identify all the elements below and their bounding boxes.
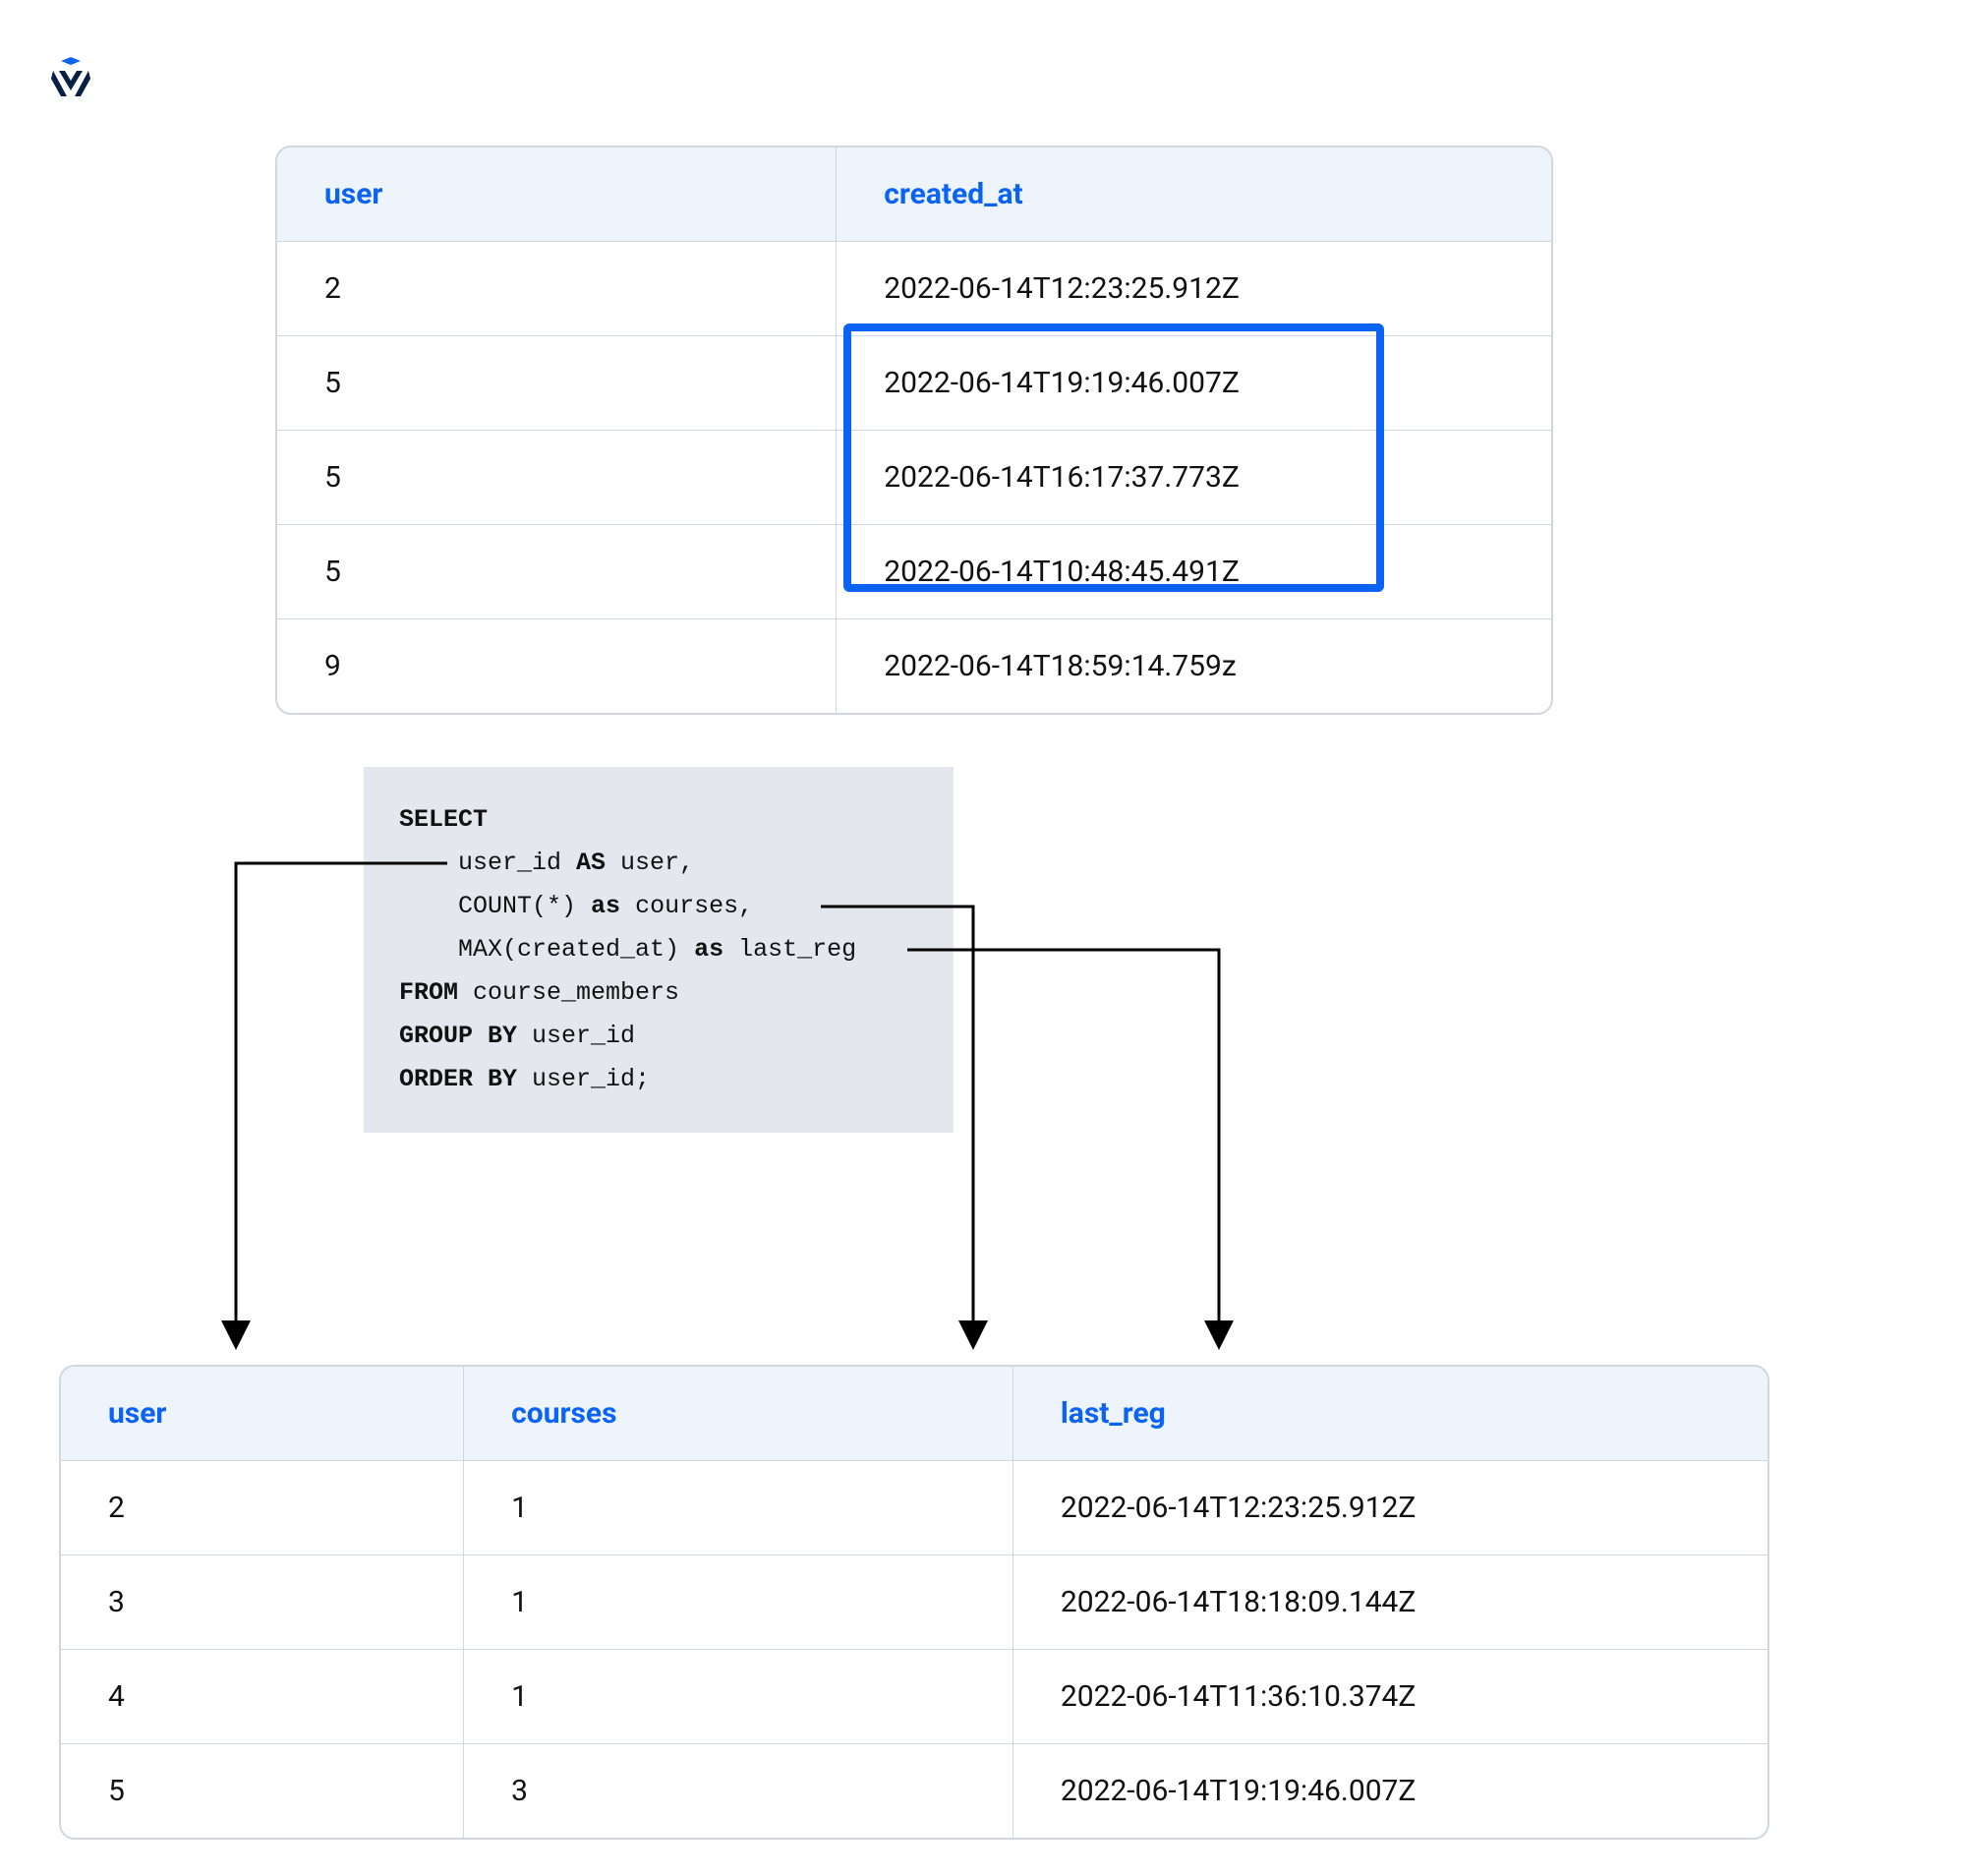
table-row: 4 1 2022-06-14T11:36:10.374Z xyxy=(61,1649,1767,1743)
table-row: 5 2022-06-14T19:19:46.007Z xyxy=(277,335,1551,430)
cell-courses: 1 xyxy=(463,1650,1012,1743)
cell-user: 3 xyxy=(61,1555,463,1649)
sql-text: user_id xyxy=(399,849,576,877)
sql-keyword: ORDER BY xyxy=(399,1065,532,1093)
cell-created-at: 2022-06-14T10:48:45.491Z xyxy=(836,525,1551,618)
sql-keyword: AS xyxy=(576,849,606,877)
logo-icon xyxy=(47,57,94,104)
table-header-row: user courses last_reg xyxy=(61,1367,1767,1460)
sql-keyword: SELECT xyxy=(399,805,488,834)
sql-text: last_reg xyxy=(723,935,856,964)
cell-user: 2 xyxy=(61,1461,463,1554)
cell-created-at: 2022-06-14T18:59:14.759z xyxy=(836,619,1551,713)
source-table: user created_at 2 2022-06-14T12:23:25.91… xyxy=(275,146,1553,715)
sql-keyword: FROM xyxy=(399,978,473,1007)
column-header-user: user xyxy=(61,1367,463,1460)
cell-courses: 1 xyxy=(463,1461,1012,1554)
sql-keyword: as xyxy=(591,892,620,920)
table-row: 5 3 2022-06-14T19:19:46.007Z xyxy=(61,1743,1767,1838)
cell-created-at: 2022-06-14T19:19:46.007Z xyxy=(836,336,1551,430)
sql-code-block: SELECT user_id AS user, COUNT(*) as cour… xyxy=(364,767,954,1133)
column-header-user: user xyxy=(277,147,836,241)
arrow-last-reg xyxy=(907,950,1219,1347)
cell-last-reg: 2022-06-14T12:23:25.912Z xyxy=(1012,1461,1767,1554)
sql-text: user_id; xyxy=(532,1065,650,1093)
column-header-courses: courses xyxy=(463,1367,1012,1460)
cell-user: 5 xyxy=(61,1744,463,1838)
result-table: user courses last_reg 2 1 2022-06-14T12:… xyxy=(59,1365,1769,1840)
table-header-row: user created_at xyxy=(277,147,1551,241)
cell-last-reg: 2022-06-14T18:18:09.144Z xyxy=(1012,1555,1767,1649)
cell-created-at: 2022-06-14T16:17:37.773Z xyxy=(836,431,1551,524)
column-header-last-reg: last_reg xyxy=(1012,1367,1767,1460)
cell-user: 2 xyxy=(277,242,836,335)
sql-keyword: GROUP BY xyxy=(399,1022,532,1050)
table-row: 9 2022-06-14T18:59:14.759z xyxy=(277,618,1551,713)
table-row: 3 1 2022-06-14T18:18:09.144Z xyxy=(61,1554,1767,1649)
sql-text: COUNT(*) xyxy=(399,892,591,920)
cell-created-at: 2022-06-14T12:23:25.912Z xyxy=(836,242,1551,335)
table-row: 5 2022-06-14T16:17:37.773Z xyxy=(277,430,1551,524)
table-row: 2 2022-06-14T12:23:25.912Z xyxy=(277,241,1551,335)
cell-courses: 1 xyxy=(463,1555,1012,1649)
cell-user: 5 xyxy=(277,336,836,430)
sql-text: MAX(created_at) xyxy=(399,935,694,964)
cell-last-reg: 2022-06-14T19:19:46.007Z xyxy=(1012,1744,1767,1838)
sql-text: user, xyxy=(606,849,694,877)
cell-user: 4 xyxy=(61,1650,463,1743)
cell-last-reg: 2022-06-14T11:36:10.374Z xyxy=(1012,1650,1767,1743)
sql-keyword: as xyxy=(694,935,723,964)
cell-user: 5 xyxy=(277,431,836,524)
cell-user: 9 xyxy=(277,619,836,713)
sql-text: courses, xyxy=(620,892,753,920)
sql-text: course_members xyxy=(473,978,679,1007)
cell-courses: 3 xyxy=(463,1744,1012,1838)
cell-user: 5 xyxy=(277,525,836,618)
sql-text: user_id xyxy=(532,1022,635,1050)
column-header-created-at: created_at xyxy=(836,147,1551,241)
table-row: 2 1 2022-06-14T12:23:25.912Z xyxy=(61,1460,1767,1554)
table-row: 5 2022-06-14T10:48:45.491Z xyxy=(277,524,1551,618)
